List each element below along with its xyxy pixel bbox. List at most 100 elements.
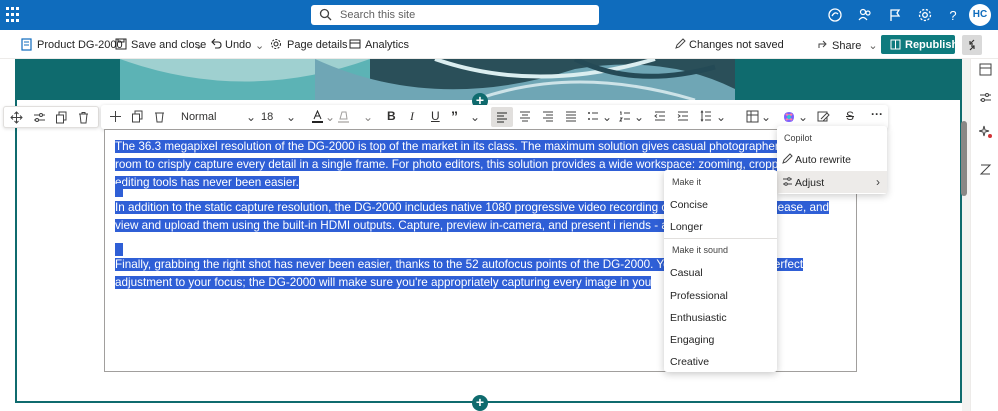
share-button[interactable]: Share ⌄ [817, 39, 878, 52]
collapse-button[interactable] [962, 35, 982, 55]
professional-item[interactable]: Professional [670, 290, 728, 302]
more-options-button[interactable]: ··· [871, 107, 883, 121]
undo-options-chevron-icon[interactable]: ⌄ [255, 39, 264, 52]
delete-icon[interactable] [77, 111, 90, 124]
page-name-label: Product DG-2000 [37, 39, 123, 51]
book-icon [890, 39, 901, 50]
command-bar: Product DG-2000 Save and close ⌄ Undo ⌄ … [0, 30, 998, 59]
search-box[interactable]: Search this site [311, 5, 599, 25]
font-size-dropdown[interactable]: 18 [261, 111, 273, 123]
save-status-label: Changes not saved [689, 39, 784, 51]
add-section-bottom-button[interactable]: + [472, 395, 488, 411]
enthusiastic-item[interactable]: Enthusiastic [670, 312, 727, 324]
highlight-chevron-icon[interactable]: ⌄ [363, 110, 373, 124]
numbered-list-icon[interactable] [619, 110, 631, 122]
share-label: Share [832, 40, 862, 52]
copilot-chevron-icon[interactable]: ⌄ [798, 110, 808, 124]
table-icon[interactable] [746, 110, 759, 123]
quote-chevron-icon[interactable]: ⌄ [470, 110, 480, 124]
bullet-list-chevron-icon[interactable]: ⌄ [602, 110, 612, 124]
adjust-item[interactable]: Adjust › [777, 171, 887, 193]
underline-button[interactable]: U [431, 109, 440, 123]
search-icon [319, 8, 332, 21]
longer-item[interactable]: Longer [670, 221, 703, 233]
highlight-icon[interactable] [337, 110, 350, 124]
delete-icon[interactable] [153, 110, 166, 123]
save-and-close-button[interactable]: Save and close [115, 38, 206, 51]
justify-icon[interactable] [565, 110, 577, 122]
style-chevron-icon[interactable]: ⌄ [246, 110, 256, 124]
sharepoint-icon[interactable] [827, 7, 843, 23]
align-right-icon[interactable] [542, 110, 554, 122]
clear-formatting-icon[interactable] [817, 110, 830, 123]
numbered-list-chevron-icon[interactable]: ⌄ [634, 110, 644, 124]
share-icon [818, 40, 827, 48]
gear-icon [271, 39, 281, 49]
republish-button[interactable]: Republish [881, 35, 959, 54]
font-color-chevron-icon[interactable]: ⌄ [325, 110, 335, 124]
strikethrough-button[interactable]: S [846, 109, 854, 123]
webpart-toolbar [3, 106, 99, 128]
pencil-icon [675, 38, 686, 49]
engaging-item[interactable]: Engaging [670, 334, 714, 346]
italic-button[interactable]: I [410, 109, 414, 124]
undo-button[interactable]: Undo [210, 38, 252, 51]
undo-label: Undo [225, 39, 252, 51]
quote-button[interactable]: ” [451, 108, 458, 124]
save-icon [115, 38, 127, 50]
concise-item[interactable]: Concise [670, 199, 708, 211]
copilot-icon[interactable] [782, 110, 796, 124]
adjust-submenu: Make it Concise Longer Make it sound Cas… [664, 170, 777, 372]
align-left-icon [497, 112, 507, 123]
scrollbar-thumb[interactable] [961, 121, 967, 196]
align-left-button[interactable] [491, 107, 513, 127]
table-chevron-icon[interactable]: ⌄ [761, 110, 771, 124]
copilot-menu-header: Copilot [784, 133, 813, 143]
hero-banner-image [15, 59, 962, 100]
flag-icon[interactable] [887, 7, 903, 23]
selection-mark [115, 243, 123, 256]
undo-icon [211, 38, 222, 49]
app-launcher-icon[interactable] [6, 7, 22, 23]
decrease-indent-icon[interactable] [654, 110, 666, 122]
bold-button[interactable]: B [387, 109, 396, 123]
search-placeholder: Search this site [340, 9, 416, 21]
move-icon[interactable] [109, 110, 122, 123]
gear-icon[interactable] [917, 7, 933, 23]
share-chevron-icon: ⌄ [868, 40, 878, 52]
people-icon[interactable] [857, 7, 873, 23]
move-icon[interactable] [10, 111, 23, 124]
design-icon[interactable] [979, 91, 992, 104]
adjust-icon [783, 177, 792, 186]
creative-item[interactable]: Creative [670, 356, 709, 368]
right-rail [970, 59, 998, 411]
page-icon [21, 38, 32, 51]
chevron-right-icon: › [876, 175, 880, 189]
duplicate-icon[interactable] [131, 110, 144, 123]
analytics-button[interactable]: Analytics [349, 39, 409, 51]
align-center-icon[interactable] [519, 110, 531, 122]
republish-label: Republish [905, 39, 959, 51]
style-dropdown[interactable]: Normal [181, 111, 216, 123]
page-details-button[interactable]: Page details [270, 39, 348, 51]
translate-icon[interactable] [979, 163, 992, 176]
auto-rewrite-item[interactable]: Auto rewrite [777, 148, 887, 170]
page-details-label: Page details [287, 39, 348, 51]
bullet-list-icon[interactable] [587, 110, 599, 122]
line-spacing-icon[interactable] [700, 110, 712, 122]
collapse-icon [969, 39, 975, 51]
make-it-sound-header: Make it sound [672, 245, 729, 255]
font-color-icon[interactable] [311, 110, 324, 124]
toolbox-icon[interactable] [979, 63, 992, 76]
increase-indent-icon[interactable] [677, 110, 689, 122]
casual-item[interactable]: Casual [670, 267, 703, 279]
help-icon[interactable]: ? [945, 7, 961, 23]
line-spacing-chevron-icon[interactable]: ⌄ [716, 110, 726, 124]
save-options-chevron-icon[interactable]: ⌄ [194, 39, 203, 52]
duplicate-icon[interactable] [55, 111, 68, 124]
avatar[interactable]: HC [969, 4, 991, 26]
analytics-label: Analytics [365, 39, 410, 51]
edit-properties-icon[interactable] [33, 111, 46, 124]
font-size-chevron-icon[interactable]: ⌄ [286, 110, 296, 124]
sparkle-icon[interactable] [979, 125, 993, 139]
